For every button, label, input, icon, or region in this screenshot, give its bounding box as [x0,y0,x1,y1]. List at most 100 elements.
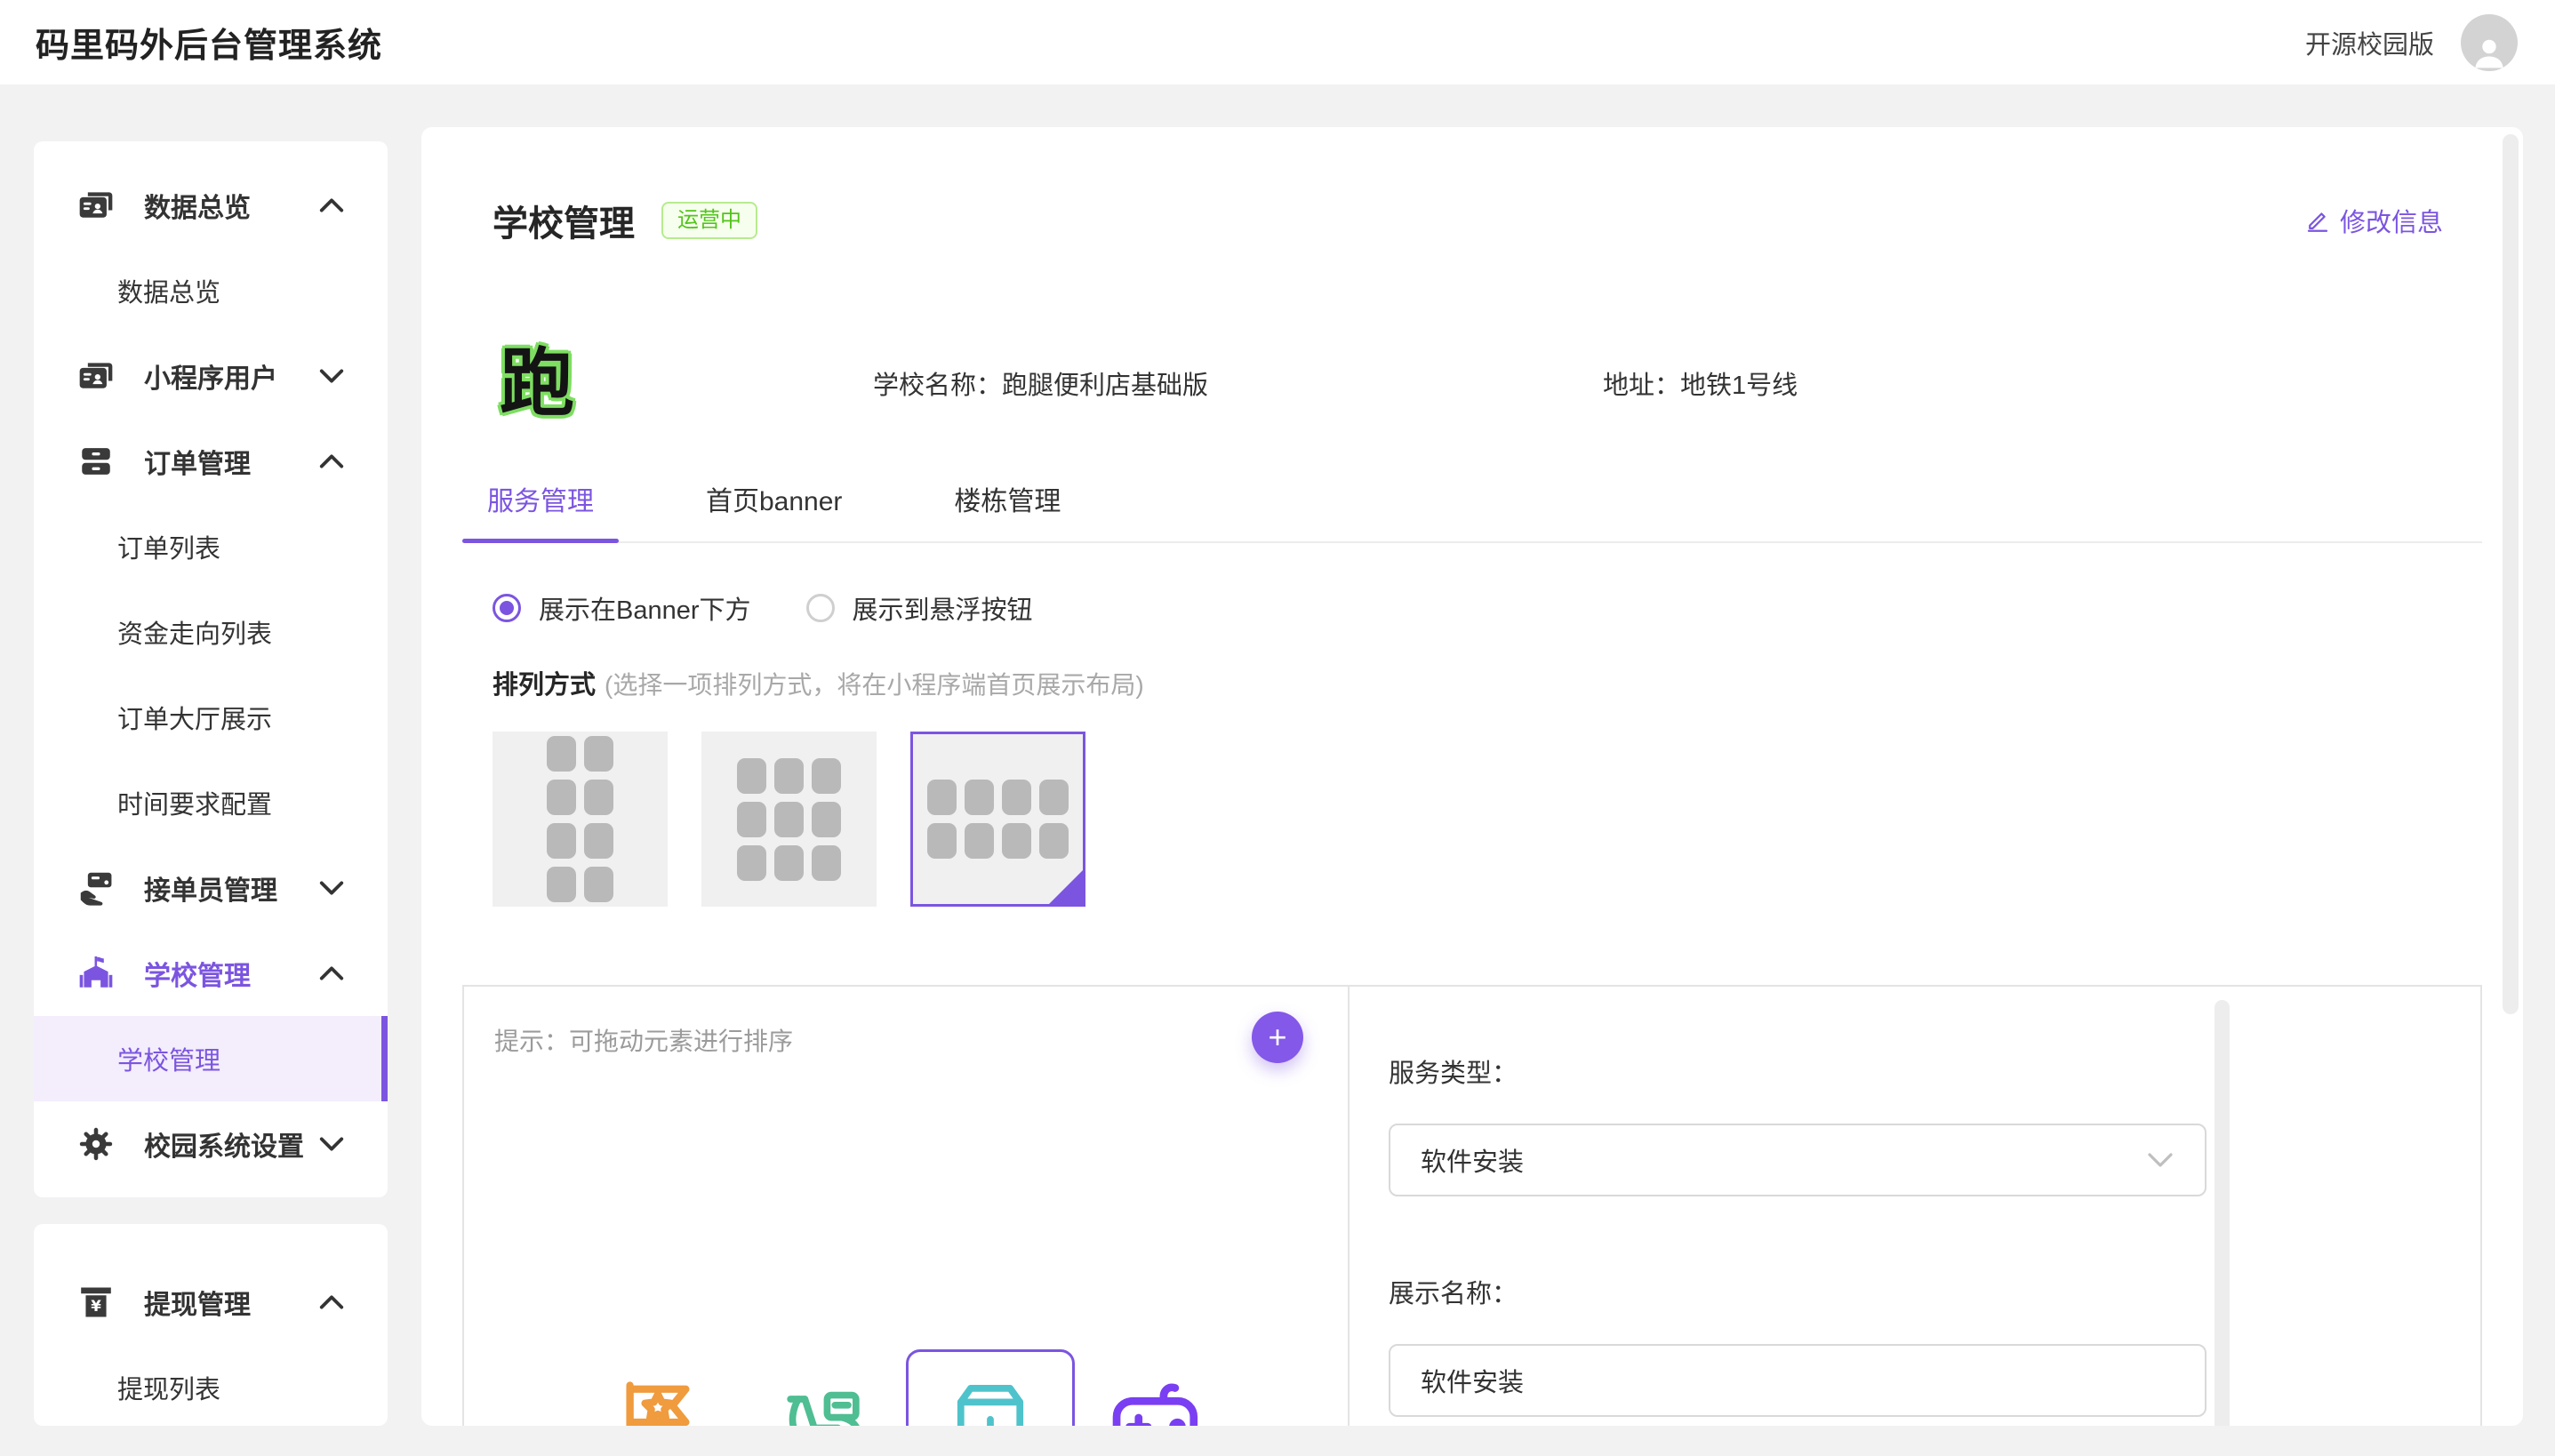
package-icon [948,1375,1033,1426]
sidebar-item-label: 校园系统设置 [144,1124,304,1164]
sidebar-item-order-management[interactable]: 订单管理 [34,419,388,504]
chevron-down-icon [2146,1150,2175,1170]
layout-preview-grid [737,758,841,881]
edit-info-link[interactable]: 修改信息 [2304,202,2443,239]
sidebar-item-label: 接单员管理 [144,868,277,908]
layout-option-3x3[interactable] [701,732,877,907]
chevron-down-icon [318,879,345,897]
sidebar-subitem-label: 提现列表 [117,1369,220,1406]
top-bar: 码里码外后台管理系统 开源校园版 [0,0,2555,84]
user-icon [2470,32,2509,71]
gear-icon [76,1124,116,1164]
sidebar-subitem-school-management[interactable]: 学校管理 [34,1016,388,1101]
tab-service-management[interactable]: 服务管理 [462,479,619,541]
chevron-down-icon [318,367,345,385]
radio-label: 展示在Banner下方 [539,589,751,627]
app-root: 码里码外后台管理系统 开源校园版 数据总览 数据总览 [0,0,2555,1456]
sidebar-subitem-fund-flow-list[interactable]: 资金走向列表 [34,589,388,675]
avatar[interactable] [2461,14,2518,71]
radio-dot [806,594,835,622]
service-type-label: 服务类型： [1389,1052,2480,1090]
id-card-icon [76,356,116,396]
layout-option-2x4[interactable] [493,732,668,907]
chevron-down-icon [318,1135,345,1153]
layout-preview-grid [547,736,613,902]
school-address-label: 地址： [1603,372,1680,400]
sidebar-subitem-order-list[interactable]: 订单列表 [34,504,388,589]
selected-corner-mark [1048,869,1084,905]
layout-preview-grid [927,780,1069,859]
tab-home-banner[interactable]: 首页banner [681,479,867,541]
scooter-icon[interactable] [773,1380,873,1426]
sidebar: 数据总览 数据总览 小程序用户 订单管理 [34,127,388,1426]
radio-display-floating-button[interactable]: 展示到悬浮按钮 [806,589,1033,627]
id-card-icon [76,186,116,225]
service-form-pane: 服务类型： 软件安装 展示名称： 展示图标： [1350,987,2480,1426]
main-scrollbar[interactable] [2503,134,2519,1014]
school-address-value: 地铁1号线 [1680,372,1798,400]
sidebar-subitem-label: 数据总览 [117,272,220,309]
svg-text:¥: ¥ [91,1298,101,1315]
sidebar-item-school-management[interactable]: 学校管理 [34,931,388,1016]
radio-display-under-banner[interactable]: 展示在Banner下方 [493,589,751,627]
sidebar-subitem-label: 资金走向列表 [117,613,272,651]
sidebar-subitem-label: 时间要求配置 [117,784,272,821]
drag-tip: 提示：可拖动元素进行排序 [494,1022,1348,1058]
sidebar-card-withdraw: ¥ 提现管理 提现列表 [34,1224,388,1426]
school-logo: 跑 [493,342,581,424]
service-type-value: 软件安装 [1421,1141,1524,1179]
flag-icon[interactable] [613,1380,702,1426]
sidebar-item-label: 提现管理 [144,1283,251,1322]
arrange-label: 排列方式 [493,664,596,701]
sidebar-card-main: 数据总览 数据总览 小程序用户 订单管理 [34,141,388,1197]
sidebar-subitem-data-overview[interactable]: 数据总览 [34,248,388,333]
service-type-select[interactable]: 软件安装 [1389,1124,2207,1196]
page-title: 学校管理 [493,195,635,246]
main-panel: 学校管理 运营中 修改信息 跑 学校名称：跑腿便利店基础版 地址：地铁1号线 服… [421,127,2523,1426]
edition-label: 开源校园版 [2305,24,2434,61]
app-title: 码里码外后台管理系统 [36,18,382,67]
form-scrollbar[interactable] [2215,1000,2230,1426]
drag-sort-pane: 提示：可拖动元素进行排序 + [464,987,1350,1426]
sidebar-subitem-order-hall-display[interactable]: 订单大厅展示 [34,675,388,760]
chevron-up-icon [318,964,345,982]
selected-service-tile[interactable] [906,1349,1075,1426]
withdraw-icon: ¥ [76,1283,116,1322]
edit-icon [2304,207,2331,234]
sidebar-item-withdraw-management[interactable]: ¥ 提现管理 [34,1260,388,1345]
service-config-panel: 提示：可拖动元素进行排序 + [462,985,2482,1426]
school-address: 地址：地铁1号线 [1603,364,1798,402]
sidebar-subitem-time-requirement-config[interactable]: 时间要求配置 [34,760,388,845]
sidebar-item-label: 学校管理 [144,954,251,993]
layout-options [493,732,2443,907]
sidebar-subitem-withdraw-list[interactable]: 提现列表 [34,1345,388,1426]
sidebar-item-mini-program-users[interactable]: 小程序用户 [34,333,388,419]
add-service-button[interactable]: + [1252,1012,1303,1063]
archive-icon [76,442,116,481]
school-icon [76,954,116,993]
display-name-input[interactable] [1389,1344,2207,1417]
chevron-up-icon [318,452,345,470]
radio-label: 展示到悬浮按钮 [853,589,1033,627]
arrange-hint: (选择一项排列方式，将在小程序端首页展示布局) [605,666,1144,701]
sidebar-item-label: 订单管理 [144,442,251,481]
sidebar-item-label: 小程序用户 [144,356,277,396]
tab-building-management[interactable]: 楼栋管理 [929,479,1085,541]
sidebar-item-campus-system-settings[interactable]: 校园系统设置 [34,1101,388,1187]
layout-option-4x2-selected[interactable] [910,732,1085,907]
school-name: 学校名称：跑腿便利店基础版 [873,364,1208,402]
sidebar-item-data-overview[interactable]: 数据总览 [34,163,388,248]
tab-bar: 服务管理 首页banner 楼栋管理 [462,479,2482,543]
edit-info-label: 修改信息 [2340,202,2443,239]
sidebar-item-order-taker-management[interactable]: 接单员管理 [34,845,388,931]
chevron-up-icon [318,196,345,214]
sidebar-subitem-label: 学校管理 [117,1040,220,1077]
sidebar-subitem-label: 订单列表 [117,528,220,565]
gamepad-icon[interactable] [1109,1380,1204,1426]
sidebar-subitem-label: 订单大厅展示 [117,699,272,736]
display-name-label: 展示名称： [1389,1273,2480,1310]
hand-card-icon [76,868,116,908]
sidebar-item-label: 数据总览 [144,186,251,225]
service-icon-list [464,1342,1348,1426]
school-name-label: 学校名称： [873,372,1002,400]
